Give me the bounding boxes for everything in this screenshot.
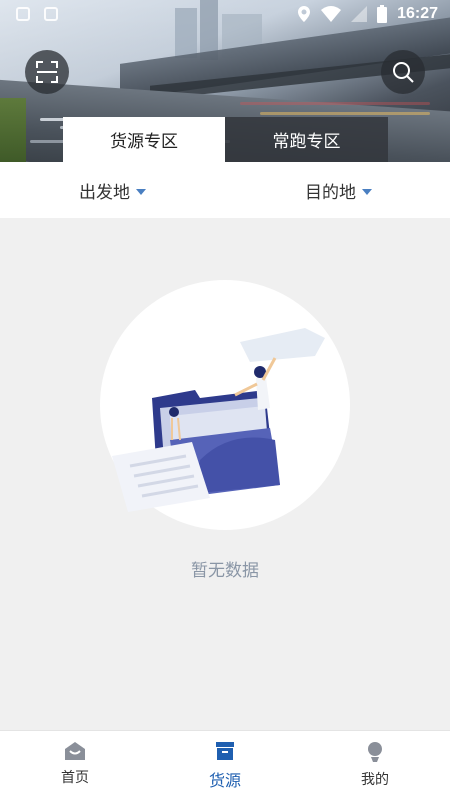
origin-filter[interactable]: 出发地 bbox=[79, 178, 146, 203]
notification-icon bbox=[44, 7, 58, 21]
bottom-navigation: 首页 货源 我的 bbox=[0, 730, 450, 800]
nav-label-home: 首页 bbox=[61, 770, 89, 786]
caret-down-icon bbox=[362, 188, 372, 195]
nav-item-mine[interactable]: 我的 bbox=[315, 741, 435, 789]
origin-filter-label: 出发地 bbox=[79, 183, 130, 203]
search-button[interactable] bbox=[381, 50, 425, 94]
wifi-icon bbox=[321, 6, 342, 22]
search-icon bbox=[393, 62, 414, 83]
caret-down-icon bbox=[136, 188, 146, 195]
empty-folder-illustration bbox=[112, 328, 325, 512]
person-icon bbox=[368, 742, 382, 762]
destination-filter-label: 目的地 bbox=[305, 183, 356, 203]
battery-icon bbox=[377, 5, 388, 23]
location-icon bbox=[298, 6, 311, 22]
home-icon bbox=[65, 742, 85, 760]
status-time: 16:27 bbox=[397, 5, 438, 22]
tab-cargo-zone[interactable]: 货源专区 bbox=[63, 117, 225, 162]
status-bar: 16:27 bbox=[0, 0, 450, 30]
nav-label-mine: 我的 bbox=[361, 772, 389, 788]
tab-frequent-routes[interactable]: 常跑专区 bbox=[225, 117, 388, 162]
scan-icon bbox=[36, 61, 58, 83]
nav-label-cargo: 货源 bbox=[208, 771, 241, 790]
nav-item-cargo[interactable]: 货源 bbox=[165, 741, 285, 791]
signal-icon bbox=[351, 6, 368, 22]
destination-filter[interactable]: 目的地 bbox=[305, 178, 372, 203]
notification-icon bbox=[16, 7, 30, 21]
scan-button[interactable] bbox=[25, 50, 69, 94]
cargo-box-icon bbox=[216, 742, 234, 760]
filter-bar: 出发地 目的地 bbox=[0, 162, 450, 218]
empty-state-message: 暂无数据 bbox=[191, 561, 259, 581]
nav-item-home[interactable]: 首页 bbox=[15, 741, 135, 787]
